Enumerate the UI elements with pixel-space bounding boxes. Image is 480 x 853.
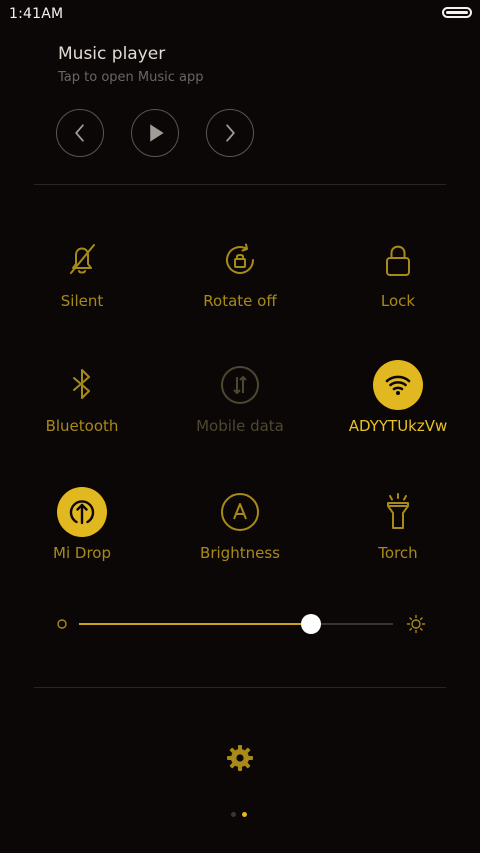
page-dot-active <box>242 812 247 817</box>
toggle-brightness[interactable]: Brightness <box>165 487 315 577</box>
bell-off-icon <box>57 235 107 285</box>
divider <box>34 184 446 185</box>
play-icon <box>150 124 164 142</box>
wifi-icon <box>373 360 423 410</box>
page-dot <box>231 812 236 817</box>
brightness-track[interactable] <box>79 614 393 634</box>
auto-brightness-icon <box>215 487 265 537</box>
previous-track-button[interactable] <box>56 109 104 157</box>
gear-icon <box>227 745 253 771</box>
toggle-mobile-data[interactable]: Mobile data <box>165 360 315 450</box>
music-player-subtitle[interactable]: Tap to open Music app <box>58 70 204 85</box>
mobile-data-icon <box>215 360 265 410</box>
toggle-label: Brightness <box>200 544 280 562</box>
toggle-label: Mi Drop <box>53 544 111 562</box>
toggle-label: Bluetooth <box>45 417 119 435</box>
toggle-label: ADYYTUkzVw <box>348 417 448 435</box>
toggle-lock[interactable]: Lock <box>323 235 473 325</box>
battery-icon <box>442 7 472 18</box>
brightness-fill <box>79 623 312 625</box>
music-player-title[interactable]: Music player <box>58 44 165 64</box>
page-indicator <box>228 812 252 820</box>
brightness-high-icon <box>406 614 426 634</box>
battery-level <box>446 11 468 14</box>
toggle-torch[interactable]: Torch <box>323 487 473 577</box>
status-time: 1:41AM <box>9 6 64 22</box>
brightness-thumb[interactable] <box>301 614 322 634</box>
brightness-low-icon <box>57 619 67 629</box>
play-button[interactable] <box>131 109 179 157</box>
toggle-rotate[interactable]: Rotate off <box>165 235 315 325</box>
next-track-button[interactable] <box>206 109 254 157</box>
toggle-label: Torch <box>378 544 418 562</box>
toggle-label: Lock <box>380 292 416 310</box>
bluetooth-icon <box>57 360 107 410</box>
settings-button[interactable] <box>225 743 255 773</box>
divider <box>34 687 446 688</box>
torch-icon <box>373 487 423 537</box>
status-bar: 1:41AM <box>0 0 480 28</box>
brightness-slider[interactable] <box>56 610 426 638</box>
toggle-wifi[interactable]: ADYYTUkzVw <box>323 360 473 450</box>
chevron-left-icon <box>75 124 84 142</box>
toggle-label: Rotate off <box>203 292 277 310</box>
toggle-bluetooth[interactable]: Bluetooth <box>7 360 157 450</box>
toggle-silent[interactable]: Silent <box>7 235 157 325</box>
toggle-label: Mobile data <box>196 417 284 435</box>
toggle-label: Silent <box>60 292 104 310</box>
chevron-right-icon <box>226 124 235 142</box>
mi-drop-icon <box>57 487 107 537</box>
lock-icon <box>373 235 423 285</box>
rotation-lock-icon <box>215 235 265 285</box>
toggle-mi-drop[interactable]: Mi Drop <box>7 487 157 577</box>
